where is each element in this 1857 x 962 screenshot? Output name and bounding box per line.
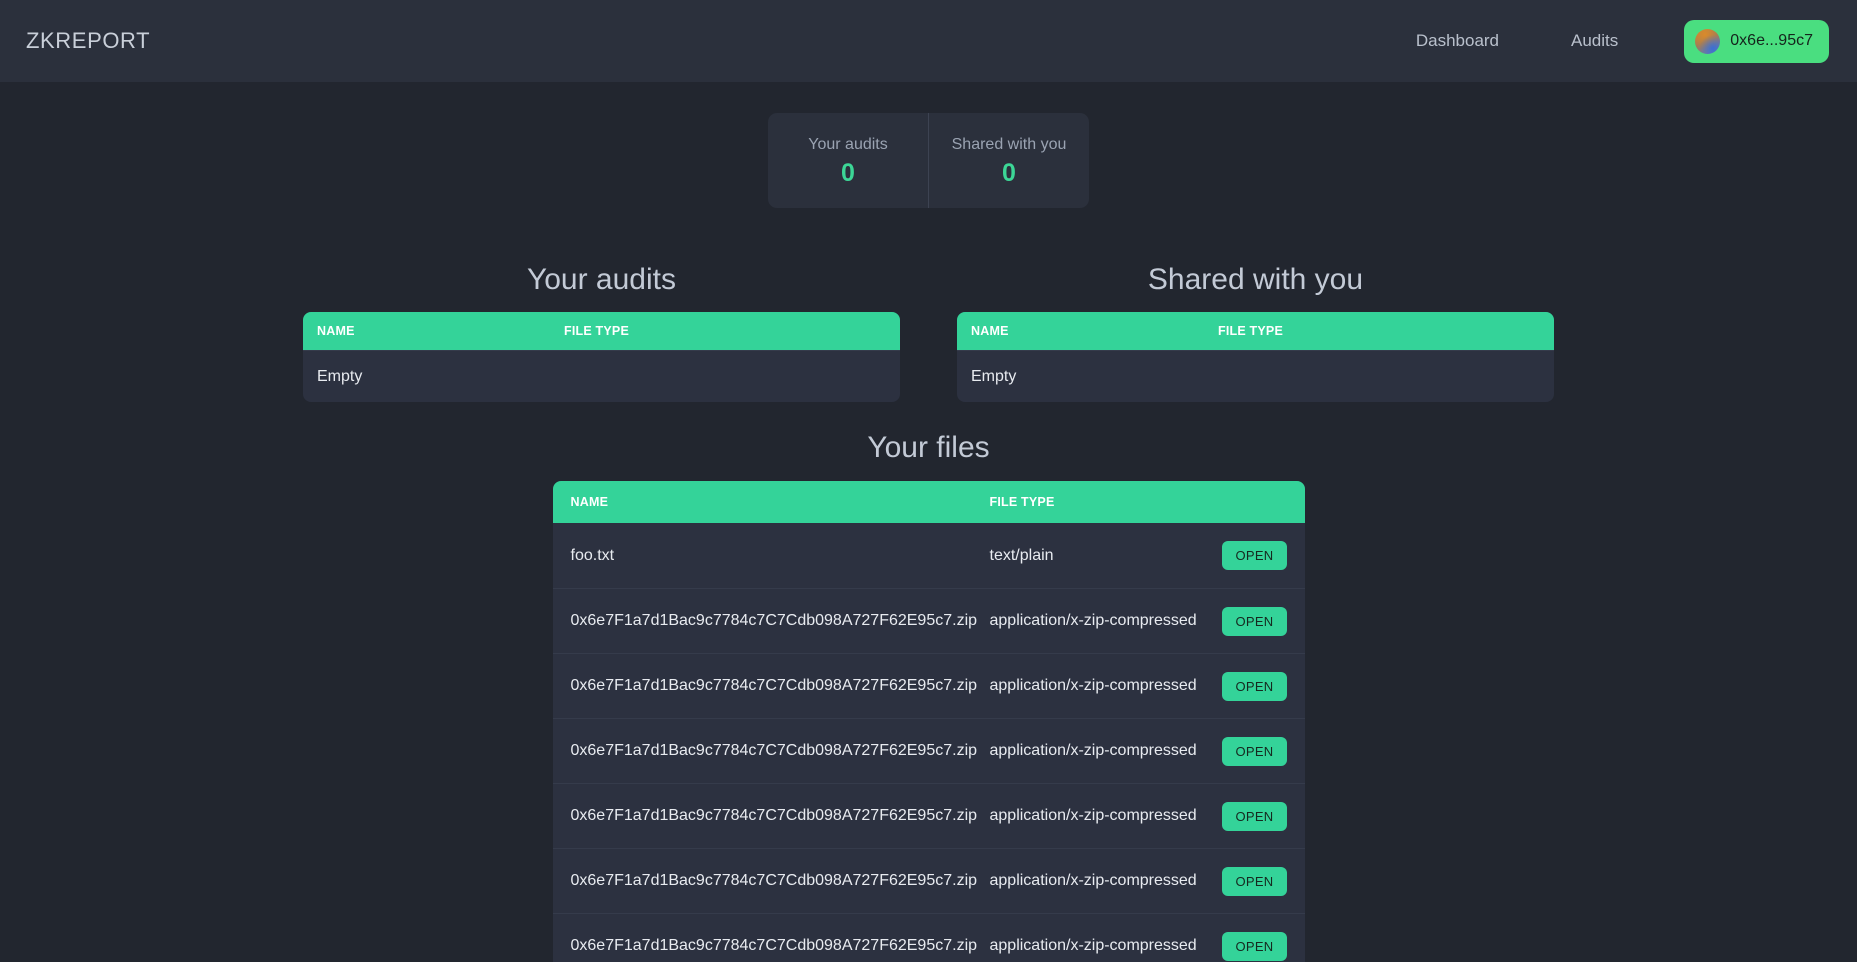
top-navbar: ZKREPORT Dashboard Audits 0x6e...95c7: [0, 0, 1857, 82]
stat-shared-with-you-value: 0: [1002, 158, 1016, 187]
file-type-cell: application/x-zip-compressed: [989, 872, 1197, 889]
table-row: 0x6e7F1a7d1Bac9c7784c7C7Cdb098A727F62E95…: [552, 588, 1305, 653]
table-row: 0x6e7F1a7d1Bac9c7784c7C7Cdb098A727F62E95…: [552, 913, 1305, 962]
file-name-cell: 0x6e7F1a7d1Bac9c7784c7C7Cdb098A727F62E95…: [570, 742, 978, 759]
column-header-file-type[interactable]: FILE TYPE: [1218, 324, 1283, 338]
your-files-wrapper: NAME FILE TYPE foo.txt text/plain OPEN 0x6e…: [0, 481, 1857, 962]
file-name-cell: foo.txt: [570, 546, 615, 564]
open-file-button[interactable]: OPEN: [1222, 866, 1287, 896]
audits-tables-row: Your audits NAME FILE TYPE Empty Shared …: [0, 265, 1857, 402]
file-name-cell: 0x6e7F1a7d1Bac9c7784c7C7Cdb098A727F62E95…: [570, 807, 978, 824]
table-row: 0x6e7F1a7d1Bac9c7784c7C7Cdb098A727F62E95…: [552, 653, 1305, 718]
file-type-cell: application/x-zip-compressed: [989, 677, 1197, 694]
open-file-button[interactable]: OPEN: [1222, 671, 1287, 701]
shared-with-you-section: Shared with you NAME FILE TYPE Empty: [957, 265, 1554, 402]
file-name-cell: 0x6e7F1a7d1Bac9c7784c7C7Cdb098A727F62E95…: [570, 937, 978, 954]
your-audits-table: NAME FILE TYPE Empty: [303, 312, 900, 402]
your-audits-section: Your audits NAME FILE TYPE Empty: [303, 265, 900, 402]
file-type-cell: application/x-zip-compressed: [989, 937, 1197, 954]
table-row: 0x6e7F1a7d1Bac9c7784c7C7Cdb098A727F62E95…: [552, 783, 1305, 848]
nav-link-audits[interactable]: Audits: [1535, 31, 1654, 51]
column-header-name[interactable]: NAME: [571, 495, 990, 509]
open-file-button[interactable]: OPEN: [1222, 541, 1287, 570]
stat-shared-with-you-label: Shared with you: [951, 135, 1067, 153]
file-name-cell: 0x6e7F1a7d1Bac9c7784c7C7Cdb098A727F62E95…: [570, 677, 978, 694]
table-row-empty: Empty: [303, 350, 900, 402]
stats-card: Your audits 0 Shared with you 0: [768, 113, 1089, 208]
app-logo[interactable]: ZKREPORT: [26, 28, 150, 54]
column-header-file-type[interactable]: FILE TYPE: [564, 324, 629, 338]
column-header-name[interactable]: NAME: [971, 324, 1218, 338]
stat-shared-with-you: Shared with you 0: [928, 113, 1089, 208]
wallet-address-button[interactable]: 0x6e...95c7: [1684, 19, 1829, 63]
file-type-cell: application/x-zip-compressed: [989, 742, 1197, 759]
file-type-cell: application/x-zip-compressed: [989, 807, 1197, 824]
table-row: foo.txt text/plain OPEN: [553, 523, 1305, 588]
open-file-button[interactable]: OPEN: [1222, 736, 1287, 766]
empty-state-text: Empty: [971, 367, 1017, 385]
stat-your-audits: Your audits 0: [768, 113, 928, 208]
table-row: 0x6e7F1a7d1Bac9c7784c7C7Cdb098A727F62E95…: [552, 718, 1305, 783]
shared-with-you-title: Shared with you: [1147, 263, 1364, 296]
open-file-button[interactable]: OPEN: [1222, 801, 1287, 831]
file-type-cell: text/plain: [989, 546, 1054, 564]
table-row: 0x6e7F1a7d1Bac9c7784c7C7Cdb098A727F62E95…: [552, 848, 1305, 913]
page-content: Your audits 0 Shared with you 0 Your aud…: [0, 82, 1857, 962]
open-file-button[interactable]: OPEN: [1222, 931, 1287, 961]
file-name-cell: 0x6e7F1a7d1Bac9c7784c7C7Cdb098A727F62E95…: [570, 612, 978, 629]
stat-your-audits-value: 0: [841, 158, 855, 187]
stat-your-audits-label: Your audits: [808, 135, 888, 153]
table-row-empty: Empty: [957, 350, 1554, 402]
shared-with-you-table: NAME FILE TYPE Empty: [957, 312, 1554, 402]
table-header-row: NAME FILE TYPE: [303, 312, 900, 350]
navbar-right-group: Dashboard Audits 0x6e...95c7: [1380, 19, 1829, 63]
column-header-name[interactable]: NAME: [317, 324, 564, 338]
open-file-button[interactable]: OPEN: [1222, 606, 1287, 636]
file-type-cell: application/x-zip-compressed: [989, 612, 1197, 629]
your-files-title: Your files: [867, 431, 990, 464]
column-header-file-type[interactable]: FILE TYPE: [990, 495, 1055, 509]
table-header-row: NAME FILE TYPE: [957, 312, 1554, 350]
empty-state-text: Empty: [317, 367, 363, 385]
your-files-table: NAME FILE TYPE foo.txt text/plain OPEN 0x6e…: [552, 481, 1305, 962]
file-name-cell: 0x6e7F1a7d1Bac9c7784c7C7Cdb098A727F62E95…: [570, 872, 978, 889]
wallet-address-label: 0x6e...95c7: [1730, 32, 1813, 49]
nav-link-dashboard[interactable]: Dashboard: [1380, 31, 1535, 51]
table-header-row: NAME FILE TYPE: [552, 481, 1305, 523]
wallet-avatar-icon: [1695, 28, 1721, 54]
your-audits-title: Your audits: [526, 263, 676, 296]
stats-card-wrapper: Your audits 0 Shared with you 0: [0, 113, 1857, 208]
your-files-row-group: foo.txt text/plain OPEN 0x6e7F1a7d1Bac9c778…: [552, 523, 1305, 962]
